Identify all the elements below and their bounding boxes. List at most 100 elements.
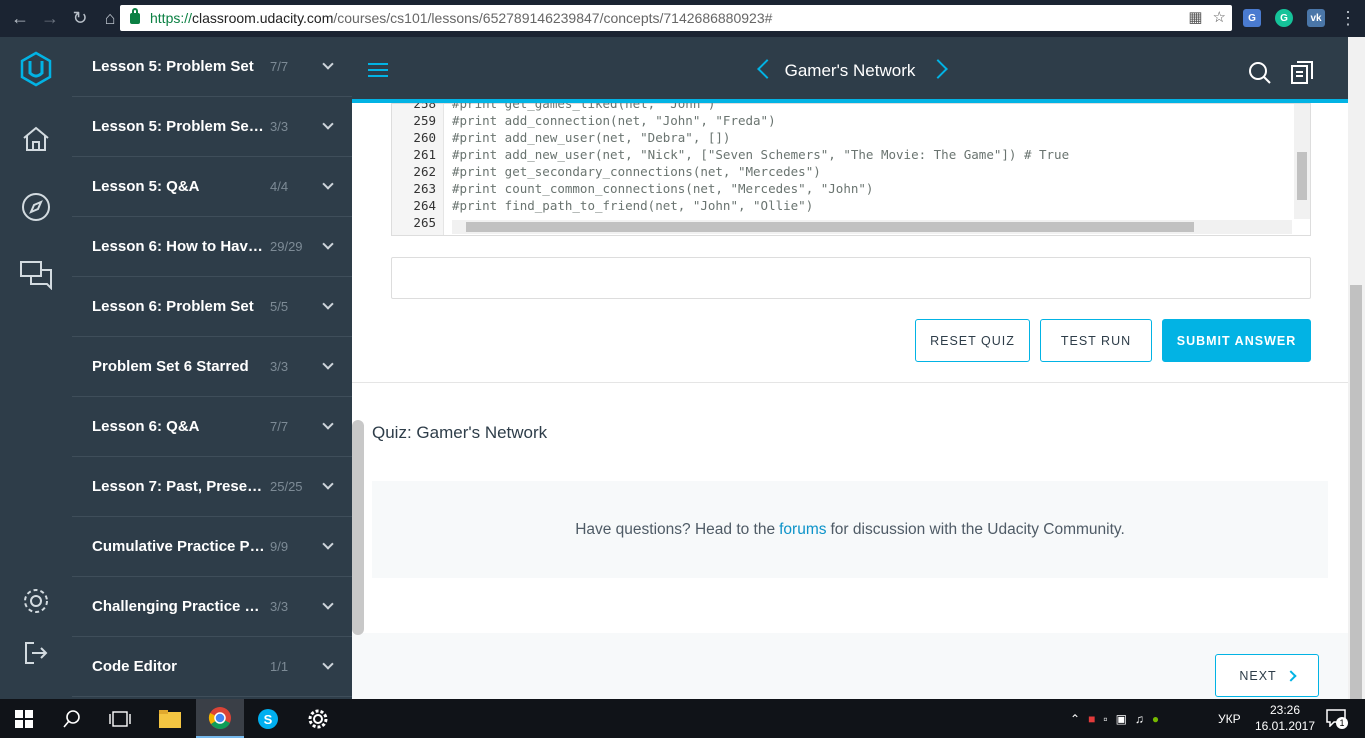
- task-view-icon[interactable]: [96, 699, 144, 738]
- lesson-item[interactable]: Problem Set 6 Starred 3/3: [72, 337, 352, 397]
- scroll-thumb[interactable]: [1350, 285, 1362, 705]
- code-text: #print add_new_user(net, "Debra", []): [452, 130, 731, 145]
- lesson-item[interactable]: Lesson 6: Problem Set 5/5: [72, 277, 352, 337]
- language-indicator[interactable]: УКР: [1218, 699, 1241, 738]
- forward-icon[interactable]: →: [36, 5, 64, 33]
- lesson-count: 5/5: [270, 299, 289, 314]
- resources-icon[interactable]: [1290, 59, 1314, 90]
- divider: [352, 382, 1348, 383]
- chevron-down-icon[interactable]: [322, 118, 334, 130]
- network-icon[interactable]: ▣: [1116, 712, 1127, 726]
- lesson-title: Problem Set 6 Starred: [92, 358, 249, 375]
- chevron-down-icon[interactable]: [322, 538, 334, 550]
- settings-icon[interactable]: [294, 699, 342, 738]
- chrome-icon[interactable]: [196, 699, 244, 738]
- skype-icon[interactable]: S: [244, 699, 292, 738]
- editor-vertical-scrollbar[interactable]: [1294, 104, 1310, 219]
- compass-icon[interactable]: [18, 189, 54, 225]
- translate-icon[interactable]: ▦: [1188, 8, 1202, 26]
- next-button[interactable]: NEXT: [1215, 654, 1319, 697]
- lesson-title: Lesson 7: Past, Present...: [92, 478, 267, 495]
- antivirus-icon[interactable]: ■: [1088, 712, 1095, 726]
- nvidia-icon[interactable]: ●: [1152, 712, 1159, 726]
- search-icon[interactable]: [48, 699, 96, 738]
- code-line: 259 #print add_connection(net, "John", "F…: [392, 112, 1310, 129]
- udacity-logo-icon[interactable]: [18, 51, 54, 87]
- lesson-item[interactable]: Lesson 5: Problem Set 7/7: [72, 37, 352, 97]
- settings-icon[interactable]: [18, 583, 54, 619]
- lesson-item[interactable]: Lesson 6: Q&A 7/7: [72, 397, 352, 457]
- chat-icon[interactable]: [18, 257, 54, 293]
- start-icon[interactable]: [0, 699, 48, 738]
- scroll-thumb[interactable]: [1297, 152, 1307, 200]
- sidebar-scrollbar[interactable]: [352, 420, 364, 635]
- chevron-right-icon: [1285, 669, 1297, 682]
- lesson-title: Lesson 5: Q&A: [92, 178, 200, 195]
- home-icon[interactable]: [18, 121, 54, 157]
- line-number: 264: [413, 198, 436, 213]
- chevron-down-icon[interactable]: [322, 418, 334, 430]
- chevron-down-icon[interactable]: [322, 298, 334, 310]
- chevron-down-icon[interactable]: [322, 598, 334, 610]
- quiz-title: Quiz: Gamer's Network: [372, 423, 548, 442]
- translate-extension-icon[interactable]: G: [1243, 9, 1261, 27]
- code-line: 264 #print find_path_to_friend(net, "John…: [392, 197, 1310, 214]
- chevron-down-icon[interactable]: [322, 478, 334, 490]
- vk-extension-icon[interactable]: vk: [1307, 9, 1325, 27]
- file-explorer-icon[interactable]: [146, 699, 194, 738]
- lesson-item[interactable]: Cumulative Practice Pr... 9/9: [72, 517, 352, 577]
- code-editor[interactable]: 258 #print get_games_liked(net, "John") 2…: [391, 103, 1311, 236]
- lesson-title: Lesson 6: Problem Set: [92, 298, 254, 315]
- back-icon[interactable]: ←: [6, 5, 34, 33]
- url-path: /courses/cs101/lessons/652789146239847/c…: [333, 10, 773, 26]
- lesson-count: 25/25: [270, 479, 303, 494]
- chevron-down-icon[interactable]: [322, 58, 334, 70]
- clock-time: 23:26: [1269, 703, 1301, 717]
- lesson-item[interactable]: Code Editor 1/1: [72, 637, 352, 697]
- scroll-thumb[interactable]: [466, 222, 1194, 232]
- address-bar[interactable]: https://classroom.udacity.com/courses/cs…: [120, 5, 1232, 31]
- lesson-item[interactable]: Challenging Practice Pr... 3/3: [72, 577, 352, 637]
- chevron-down-icon[interactable]: [322, 658, 334, 670]
- system-tray: ⌃ ■ ▫ ▣ ♫ ●: [1070, 699, 1159, 738]
- volume-icon[interactable]: ♫: [1135, 712, 1144, 726]
- logout-icon[interactable]: [18, 635, 54, 671]
- lock-icon: [130, 7, 140, 24]
- page-scrollbar[interactable]: [1348, 37, 1365, 705]
- bookmark-star-icon[interactable]: ☆: [1213, 8, 1226, 26]
- line-number: 259: [413, 113, 436, 128]
- main-content: 258 #print get_games_liked(net, "John") 2…: [352, 103, 1348, 699]
- windows-taskbar: S ⌃ ■ ▫ ▣ ♫ ● УКР 23:26 16.01.2017 1: [0, 699, 1365, 738]
- grammarly-extension-icon[interactable]: G: [1275, 9, 1293, 27]
- forums-link[interactable]: forums: [779, 521, 826, 539]
- chevron-down-icon[interactable]: [322, 178, 334, 190]
- chevron-up-icon[interactable]: ⌃: [1070, 712, 1080, 726]
- test-run-button[interactable]: TEST RUN: [1040, 319, 1152, 362]
- ime-icon[interactable]: ▫: [1103, 712, 1107, 726]
- line-number: 260: [413, 130, 436, 145]
- notifications-icon[interactable]: 1: [1326, 709, 1348, 729]
- svg-text:S: S: [264, 712, 273, 727]
- forum-callout: Have questions? Head to the forums for d…: [372, 481, 1328, 578]
- search-icon[interactable]: [1248, 61, 1272, 90]
- code-text: #print add_connection(net, "John", "Fred…: [452, 113, 776, 128]
- lesson-count: 7/7: [270, 419, 289, 434]
- lesson-item[interactable]: Lesson 7: Past, Present... 25/25: [72, 457, 352, 517]
- submit-answer-button[interactable]: SUBMIT ANSWER: [1162, 319, 1311, 362]
- code-text: #print get_games_liked(net, "John"): [452, 103, 716, 111]
- line-number: 262: [413, 164, 436, 179]
- lesson-title: Challenging Practice Pr...: [92, 598, 267, 615]
- chevron-down-icon[interactable]: [322, 238, 334, 250]
- lesson-item[interactable]: Lesson 5: Q&A 4/4: [72, 157, 352, 217]
- forum-text-before: Have questions? Head to the: [575, 520, 776, 538]
- forum-text-after: for discussion with the Udacity Communit…: [830, 520, 1125, 538]
- lesson-item[interactable]: Lesson 5: Problem Set (... 3/3: [72, 97, 352, 157]
- menu-dots-icon[interactable]: ⋮: [1334, 4, 1362, 32]
- chevron-down-icon[interactable]: [322, 358, 334, 370]
- reload-icon[interactable]: ↻: [66, 5, 94, 33]
- clock[interactable]: 23:26 16.01.2017: [1250, 702, 1320, 734]
- editor-horizontal-scrollbar[interactable]: [452, 220, 1292, 234]
- lesson-count: 3/3: [270, 359, 289, 374]
- reset-quiz-button[interactable]: RESET QUIZ: [915, 319, 1030, 362]
- lesson-item[interactable]: Lesson 6: How to Have ... 29/29: [72, 217, 352, 277]
